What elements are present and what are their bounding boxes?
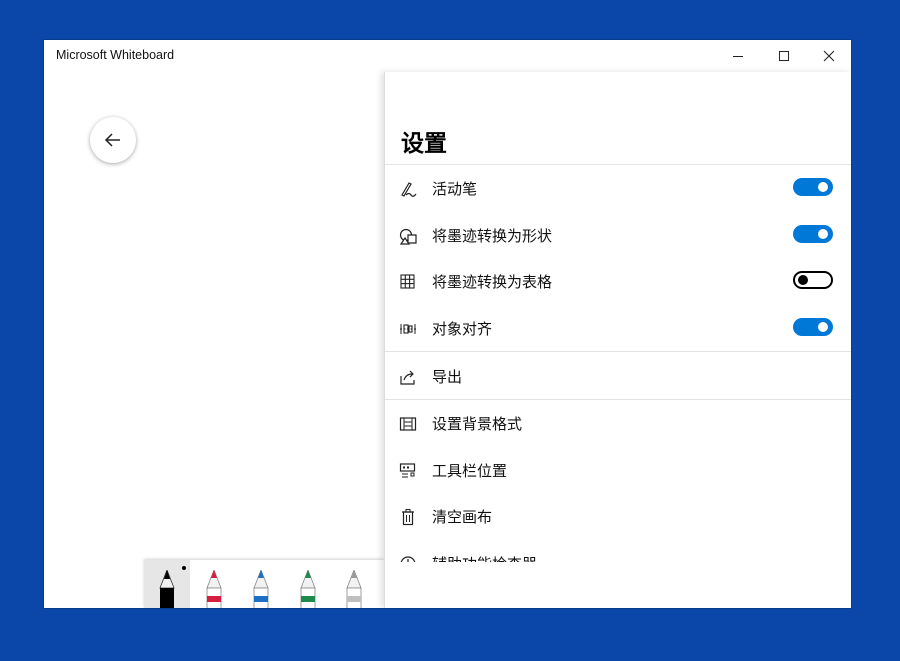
arrow-left-icon (104, 133, 120, 147)
shapes-icon (399, 228, 417, 245)
whiteboard-canvas[interactable] (44, 72, 384, 608)
ink-to-table-toggle[interactable] (793, 271, 833, 289)
toggle-knob (818, 322, 828, 332)
menu-item-label: 工具栏位置 (432, 462, 508, 480)
pen-green-icon[interactable] (297, 570, 319, 608)
selected-indicator (182, 566, 186, 570)
maximize-button[interactable] (761, 40, 807, 72)
menu-item-label: 导出 (432, 368, 463, 386)
toolbar-icon (399, 463, 416, 478)
ink-to-shape-toggle[interactable] (793, 225, 833, 243)
setting-row-ink-to-shape[interactable]: 将墨迹转换为形状 (385, 212, 851, 258)
menu-item-label: 设置背景格式 (432, 415, 523, 433)
menu-item-toolbar-position[interactable]: 工具栏位置 (385, 447, 851, 493)
menu-item-background-format[interactable]: 设置背景格式 (385, 400, 851, 446)
setting-row-active-pen[interactable]: 活动笔 (385, 165, 851, 211)
pen-toolbar (144, 560, 384, 608)
setting-label: 活动笔 (432, 180, 478, 198)
setting-label: 将墨迹转换为形状 (432, 227, 553, 245)
minimize-button[interactable] (715, 40, 761, 72)
app-window: Microsoft Whiteboard 设置 活动笔 将墨迹转换为形状 将墨迹… (44, 40, 851, 608)
setting-row-object-snap[interactable]: 对象对齐 (385, 305, 851, 351)
setting-label: 将墨迹转换为表格 (432, 273, 553, 291)
app-title: Microsoft Whiteboard (56, 48, 175, 62)
close-button[interactable] (806, 40, 851, 72)
table-icon (400, 274, 415, 289)
pen-silver-icon[interactable] (343, 570, 365, 608)
pen-black-icon[interactable] (156, 570, 178, 608)
align-icon (400, 324, 416, 334)
maximize-icon (779, 51, 789, 61)
setting-row-ink-to-table[interactable]: 将墨迹转换为表格 (385, 258, 851, 304)
toggle-knob (818, 229, 828, 239)
divider (385, 351, 851, 352)
active-pen-toggle[interactable] (793, 178, 833, 196)
background-icon (399, 417, 417, 431)
menu-item-export[interactable]: 导出 (385, 353, 851, 399)
pen-blue-icon[interactable] (250, 570, 272, 608)
setting-label: 对象对齐 (432, 320, 493, 338)
settings-panel: 设置 活动笔 将墨迹转换为形状 将墨迹转换为表格 对象对齐 导出 设置背景格式 … (384, 72, 851, 608)
menu-item-clear-canvas[interactable]: 清空画布 (385, 493, 851, 539)
share-icon (400, 370, 415, 385)
menu-item-accessibility-checker[interactable]: 辅助功能检查器 (385, 550, 851, 562)
menu-item-accessibility-clipped: 辅助功能检查器 (385, 550, 851, 562)
pen-red-icon[interactable] (203, 570, 225, 608)
object-snap-toggle[interactable] (793, 318, 833, 336)
panel-title: 设置 (401, 131, 447, 157)
toggle-knob (818, 182, 828, 192)
menu-item-label: 辅助功能检查器 (432, 553, 537, 562)
toggle-knob (798, 275, 808, 285)
minimize-icon (733, 56, 743, 57)
trash-icon (402, 509, 414, 526)
back-button[interactable] (90, 117, 136, 163)
pen-icon (401, 182, 417, 197)
menu-item-label: 清空画布 (432, 508, 493, 526)
accessibility-icon (400, 556, 416, 562)
close-icon (823, 50, 835, 62)
title-bar: Microsoft Whiteboard (44, 40, 851, 73)
